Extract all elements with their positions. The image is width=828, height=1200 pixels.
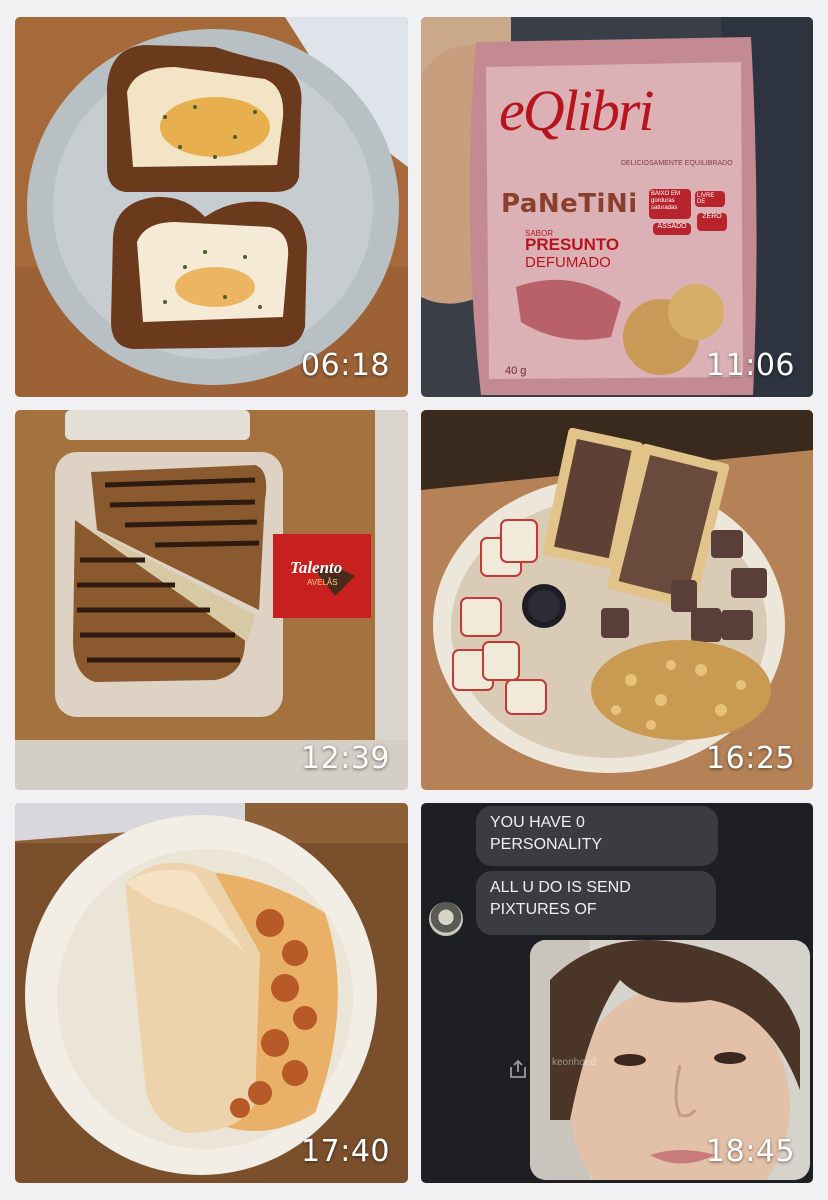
flavor-line-1: PRESUNTO [525,235,620,254]
photo-timestamp: 12:39 [301,741,390,776]
brand-tagline: DELICIOSAMENTE EQUILIBRADO [621,160,733,167]
chocolate-flavor: AVELÃS [307,578,338,587]
product-name: PaNeTiNi [501,189,638,219]
share-icon[interactable] [507,1058,529,1080]
chat-message-1-line-2: PERSONALITY [490,836,603,853]
photo-timestamp: 11:06 [706,348,795,383]
photo-tile-5[interactable]: 17:40 [15,803,408,1183]
badge-baked: ASSADO [653,223,691,235]
photo-tile-3[interactable]: Talento AVELÃS 12:39 [15,410,408,790]
fruit-bowl-photo [421,410,813,790]
photo-tile-1[interactable]: 06:18 [15,17,408,397]
badge-zero: ZERO [697,213,727,231]
chat-message-2-line-1: ALL U DO IS SEND [490,879,631,896]
flavor-line-2: DEFUMADO [525,254,611,271]
badge-free-of: LIVRE DE [695,191,725,207]
photo-timestamp: 16:25 [706,741,795,776]
photo-timestamp: 06:18 [301,348,390,383]
grilled-sandwich-photo [15,410,408,790]
chat-message-1-line-1: YOU HAVE 0 [490,814,585,831]
chocolate-brand: Talento [290,558,343,577]
badge-low-fat: BAIXO EM gorduras saturadas [649,189,691,219]
photo-timestamp: 17:40 [301,1134,390,1169]
chat-message-2-line-2: PIXTURES OF [490,901,597,918]
photo-timestamp: 18:45 [706,1134,795,1169]
photo-tile-4[interactable]: 16:25 [421,410,813,790]
sender-avatar[interactable] [429,902,463,936]
photo-tile-6[interactable]: YOU HAVE 0 PERSONALITY ALL U DO IS SEND … [421,803,813,1183]
net-weight: 40 g [505,365,527,377]
chat-message-1: YOU HAVE 0 PERSONALITY [476,806,718,866]
photo-tile-2[interactable]: eQlibri DELICIOSAMENTE EQUILIBRADO PaNeT… [421,17,813,397]
chat-message-2: ALL U DO IS SEND PIXTURES OF [476,871,716,935]
brand-logo: eQlibri [499,78,655,143]
crepe-shrimp-photo [15,803,408,1183]
toast-eggs-photo [15,17,408,397]
photo-watermark: keonhoed [552,1057,596,1068]
